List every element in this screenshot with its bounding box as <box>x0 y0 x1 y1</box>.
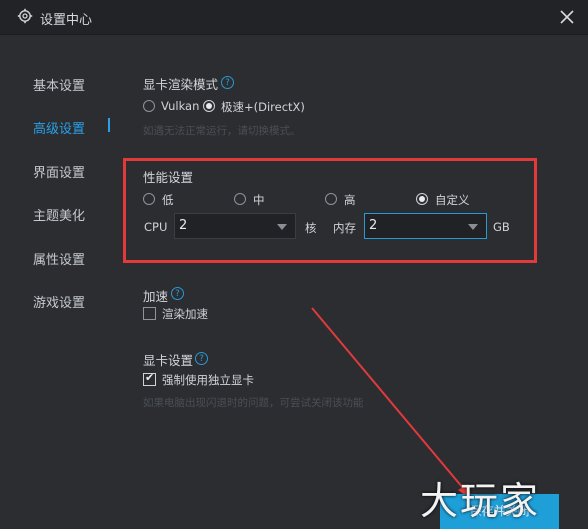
settings-window: 设置中心 基本设置 高级设置 界面设置 主题美化 属性设置 游戏设置 显卡渲染模… <box>0 0 588 529</box>
watermark: 大玩家 <box>420 479 541 523</box>
annotation-arrow <box>311 307 472 500</box>
